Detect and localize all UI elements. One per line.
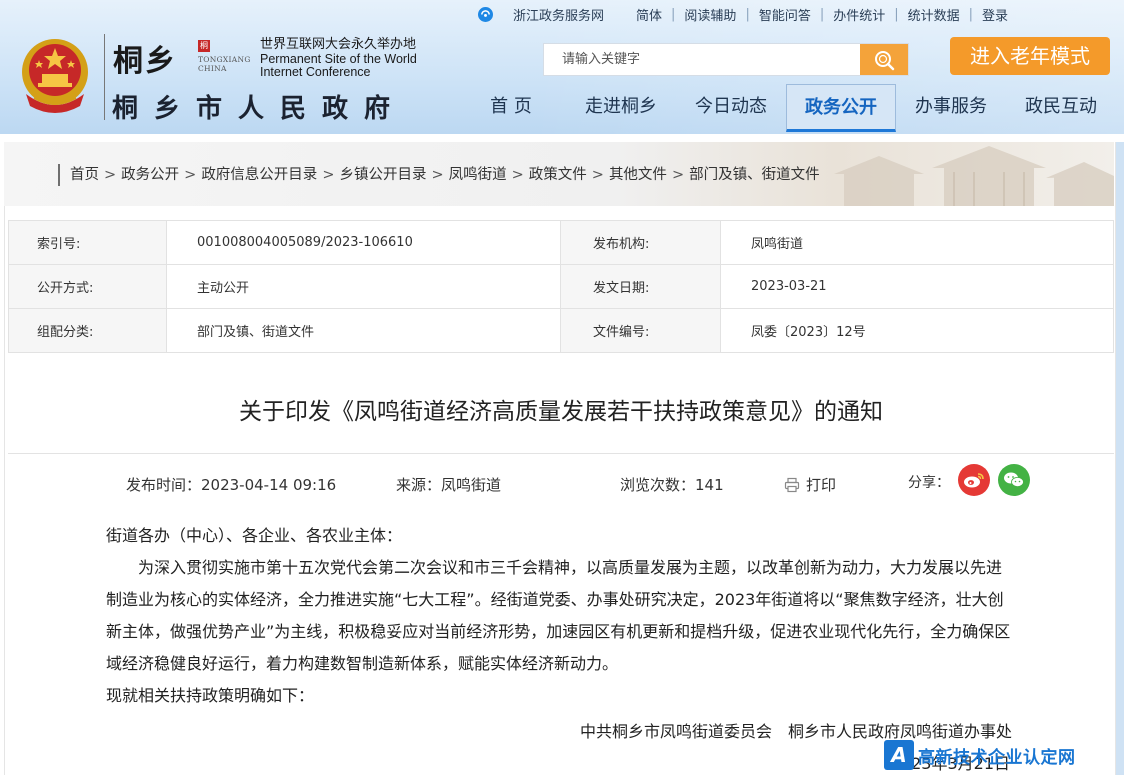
publish-time: 发布时间：2023-04-14 09:16 (126, 476, 337, 494)
breadcrumb-info-catalog[interactable]: 政府信息公开目录 (201, 167, 317, 183)
search-icon (875, 50, 895, 70)
topbar-link-reading-aid[interactable]: 阅读辅助 (684, 5, 736, 24)
print-label: 打印 (806, 476, 837, 494)
topbar-link-smart-qa[interactable]: 智能问答 (759, 5, 811, 24)
topbar-link-simplified[interactable]: 简体 (636, 5, 662, 24)
main-nav: 首 页 走进桐乡 今日动态 政务公开 办事服务 政民互动 (456, 82, 1116, 134)
title-divider (8, 453, 1114, 454)
breadcrumb-dept-files[interactable]: 部门及镇、街道文件 (689, 167, 820, 183)
site-header: 浙江政务服务网 简体 | 阅读辅助 | 智能问答 | 办件统计 | 统计数据 |… (0, 0, 1124, 134)
share-weibo-button[interactable] (958, 464, 990, 496)
meta-label: 索引号: (8, 220, 167, 265)
nav-gov-affairs[interactable]: 政务公开 (786, 84, 896, 132)
nav-home[interactable]: 首 页 (456, 84, 566, 132)
architecture-decoration-icon (834, 146, 1114, 206)
article-body: 街道各办（中心）、各企业、各农业主体： 为深入贯彻实施市第十五次党代会第二次会议… (106, 520, 1016, 780)
watermark-text: 高新技术企业认定网 (918, 747, 1076, 768)
share-label: 分享： (908, 475, 950, 491)
search-input[interactable] (544, 44, 862, 75)
search-box (543, 43, 909, 76)
search-button[interactable] (860, 44, 908, 75)
wechat-icon (1004, 472, 1024, 487)
meta-value: 部门及镇、街道文件 (166, 308, 561, 353)
breadcrumb-other-files[interactable]: 其他文件 (609, 167, 667, 183)
nav-services[interactable]: 办事服务 (896, 84, 1006, 132)
breadcrumb-gov-affairs[interactable]: 政务公开 (121, 167, 179, 183)
print-button[interactable]: 打印 (784, 474, 836, 495)
wic-slogan: 世界互联网大会永久举办地 Permanent Site of the World… (260, 37, 417, 79)
body-paragraph: 现就相关扶持政策明确如下： (106, 686, 315, 705)
breadcrumb: 首页 > 政务公开 > 政府信息公开目录 > 乡镇公开目录 > 凤鸣街道 > 政策文件 > 其他文件 > 部… (58, 164, 820, 186)
weibo-icon (964, 473, 984, 488)
meta-value: 凤委〔2023〕12号 (720, 308, 1114, 353)
meta-label: 发布机构: (560, 220, 721, 265)
national-emblem-icon (22, 39, 88, 113)
meta-label: 公开方式: (8, 264, 167, 309)
top-utility-bar: 浙江政务服务网 简体 | 阅读辅助 | 智能问答 | 办件统计 | 统计数据 |… (478, 4, 1008, 24)
share-wechat-button[interactable] (998, 464, 1030, 496)
breadcrumb-fengming[interactable]: 凤鸣街道 (449, 167, 507, 183)
watermark: A 高新技术企业认定网 (884, 735, 1124, 775)
breadcrumb-band: 首页 > 政务公开 > 政府信息公开目录 > 乡镇公开目录 > 凤鸣街道 > 政策文件 > 其他文件 > 部… (4, 142, 1114, 206)
topbar-link-zjzwfw[interactable]: 浙江政务服务网 (513, 5, 604, 24)
meta-label: 组配分类: (8, 308, 167, 353)
nav-today-news[interactable]: 今日动态 (676, 84, 786, 132)
article-title: 关于印发《凤鸣街道经济高质量发展若干扶持政策意见》的通知 (239, 399, 883, 425)
meta-label: 文件编号: (560, 308, 721, 353)
article-source: 来源：凤鸣街道 (396, 476, 502, 494)
meta-value: 2023-03-21 (720, 264, 1114, 309)
watermark-logo-icon: A (884, 740, 914, 770)
topbar-link-case-stats[interactable]: 办件统计 (833, 5, 885, 24)
body-paragraph: 为深入贯彻实施市第十五次党代会第二次会议和市三千会精神，以高质量发展为主题，以改… (106, 558, 1011, 673)
site-name: 桐乡市人民政府 (112, 94, 407, 124)
meta-value: 主动公开 (166, 264, 561, 309)
topbar-link-login[interactable]: 登录 (982, 5, 1008, 24)
meta-value: 001008004005089/2023-106610 (166, 220, 561, 265)
document-meta-table: 索引号: 001008004005089/2023-106610 发布机构: 凤… (8, 220, 1114, 353)
nav-interaction[interactable]: 政民互动 (1006, 84, 1116, 132)
meta-value: 凤鸣街道 (720, 220, 1114, 265)
salutation: 街道各办（中心）、各企业、各农业主体： (106, 526, 403, 545)
logo-english: TONGXIANG CHINA (198, 55, 251, 73)
meta-label: 发文日期: (560, 264, 721, 309)
breadcrumb-home[interactable]: 首页 (70, 167, 99, 183)
view-count: 浏览次数：141 (620, 476, 724, 494)
logo-seal-icon: 桐 (198, 40, 210, 52)
topbar-link-stats-data[interactable]: 统计数据 (908, 5, 960, 24)
table-row: 索引号: 001008004005089/2023-106610 发布机构: 凤… (8, 220, 1114, 265)
breadcrumb-town-catalog[interactable]: 乡镇公开目录 (339, 167, 426, 183)
zhejiang-gov-icon (478, 6, 493, 22)
article-info-row: 发布时间：2023-04-14 09:16 来源：凤鸣街道 浏览次数：141 打… (0, 464, 1124, 500)
signature: 中共桐乡市凤鸣街道委员会 桐乡市人民政府凤鸣街道办事处 (579, 722, 1012, 741)
elder-mode-button[interactable]: 进入老年模式 (950, 37, 1110, 75)
printer-icon (784, 477, 800, 492)
tongxiang-logo-text: 桐乡 (113, 44, 177, 79)
signature-date: 2023年3月21日 (890, 754, 1010, 773)
breadcrumb-policy-files[interactable]: 政策文件 (529, 167, 587, 183)
nav-about-tongxiang[interactable]: 走进桐乡 (566, 84, 676, 132)
logo-divider (104, 34, 105, 120)
table-row: 组配分类: 部门及镇、街道文件 文件编号: 凤委〔2023〕12号 (8, 308, 1114, 353)
table-row: 公开方式: 主动公开 发文日期: 2023-03-21 (8, 264, 1114, 309)
